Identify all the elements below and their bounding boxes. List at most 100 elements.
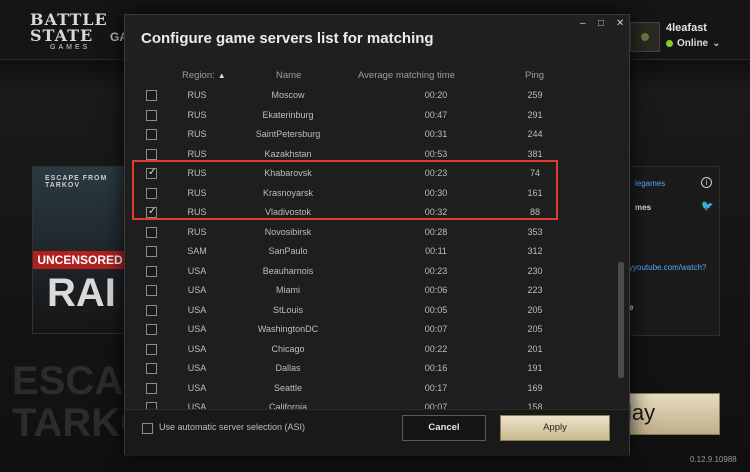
chevron-down-icon: ⌄ xyxy=(712,38,721,49)
server-region: USA xyxy=(187,343,207,354)
server-row[interactable]: USA Seattle 00:17 169 xyxy=(125,380,617,400)
server-row[interactable]: USA Miami 00:06 223 xyxy=(125,282,617,302)
server-name: Vladivostok xyxy=(264,207,312,217)
social-panel: legames i mes 🐦 yyoutube.com/watch? e xyxy=(628,166,720,336)
server-config-dialog: Configure game servers list for matching… xyxy=(124,14,630,456)
close-icon[interactable]: ✕ xyxy=(616,18,624,29)
server-ping: 205 xyxy=(527,324,543,334)
server-row[interactable]: RUS Novosibirsk 00:28 353 xyxy=(125,224,617,244)
server-ping: 205 xyxy=(527,304,543,315)
server-checkbox[interactable] xyxy=(146,265,157,277)
twitter-icon[interactable]: 🐦 xyxy=(701,201,713,212)
server-ping: 161 xyxy=(527,187,543,198)
server-row[interactable]: SAM SanPaulo 00:11 312 xyxy=(125,243,617,263)
server-ping: 244 xyxy=(527,129,543,139)
server-checkbox[interactable] xyxy=(146,246,157,257)
server-region: RUS xyxy=(187,168,207,178)
server-region: USA xyxy=(187,265,207,276)
ping-header[interactable]: Ping xyxy=(525,70,544,81)
name-header[interactable]: Name xyxy=(276,70,301,81)
server-row[interactable]: RUS SaintPetersburg 00:31 244 xyxy=(125,126,617,146)
server-region: RUS xyxy=(187,187,207,198)
server-checkbox[interactable] xyxy=(146,187,157,199)
server-region: USA xyxy=(187,382,207,393)
region-header[interactable]: Region: ▲ xyxy=(182,70,226,81)
info-icon[interactable]: i xyxy=(701,177,712,188)
server-time: 00:53 xyxy=(424,148,448,159)
server-name: Chicago xyxy=(271,343,305,354)
server-checkbox[interactable] xyxy=(146,226,157,238)
server-ping: 259 xyxy=(527,90,543,100)
server-region: RUS xyxy=(187,207,207,217)
server-row[interactable]: RUS Khabarovsk 00:23 74 xyxy=(125,165,617,185)
server-checkbox[interactable] xyxy=(146,167,157,179)
server-time: 00:22 xyxy=(424,343,448,354)
server-row[interactable]: RUS Krasnoyarsk 00:30 161 xyxy=(125,185,617,205)
server-region: USA xyxy=(187,304,207,315)
server-list[interactable]: RUS Moscow 00:20 259 RUS Ekaterinburg 00:47 291… xyxy=(125,87,617,412)
server-row[interactable]: USA Beauharnois 00:23 230 xyxy=(125,263,617,283)
server-name: Moscow xyxy=(271,90,305,100)
server-checkbox[interactable] xyxy=(146,363,157,374)
server-row[interactable]: RUS Kazakhstan 00:53 381 xyxy=(125,146,617,166)
server-name: Novosibirsk xyxy=(264,226,312,237)
dialog-title: Configure game servers list for matching xyxy=(141,30,434,47)
server-row[interactable]: RUS Vladivostok 00:32 88 xyxy=(125,204,617,224)
social-link[interactable]: legames xyxy=(635,179,665,188)
server-time: 00:28 xyxy=(424,226,448,237)
server-checkbox[interactable] xyxy=(146,304,157,316)
banner-red-label: UNCENSORED xyxy=(33,251,125,269)
server-name: Kazakhstan xyxy=(264,148,312,159)
youtube-link[interactable]: yyoutube.com/watch? xyxy=(629,263,706,272)
server-region: RUS xyxy=(187,226,207,237)
server-region: RUS xyxy=(187,109,207,120)
time-header[interactable]: Average matching time xyxy=(358,70,455,81)
server-checkbox[interactable] xyxy=(146,382,157,394)
asi-checkbox[interactable] xyxy=(142,423,153,434)
server-time: 00:06 xyxy=(424,285,448,295)
server-row[interactable]: USA Dallas 00:16 191 xyxy=(125,360,617,380)
server-region: USA xyxy=(187,363,207,373)
avatar xyxy=(630,22,660,52)
server-ping: 312 xyxy=(527,246,543,256)
server-row[interactable]: USA WashingtonDC 00:07 205 xyxy=(125,321,617,341)
online-status-icon xyxy=(666,39,673,47)
status-label: Online xyxy=(677,38,709,49)
apply-button[interactable]: Apply xyxy=(500,415,610,441)
server-region: SAM xyxy=(187,246,207,256)
server-region: USA xyxy=(187,324,207,334)
server-row[interactable]: RUS Moscow 00:20 259 xyxy=(125,87,617,107)
server-name: Khabarovsk xyxy=(264,168,312,178)
server-list-scrollbar[interactable] xyxy=(618,86,626,406)
server-time: 00:47 xyxy=(424,109,448,120)
server-row[interactable]: RUS Ekaterinburg 00:47 291 xyxy=(125,107,617,127)
server-checkbox[interactable] xyxy=(146,90,157,101)
server-ping: 353 xyxy=(527,226,543,237)
server-checkbox[interactable] xyxy=(146,148,157,160)
server-checkbox[interactable] xyxy=(146,206,157,218)
server-time: 00:23 xyxy=(424,168,448,178)
battlestate-logo: BATTLE STATE GAMES xyxy=(30,10,108,52)
user-profile[interactable]: 4leafast Online ⌄ xyxy=(630,22,750,56)
server-checkbox[interactable] xyxy=(146,324,157,335)
server-ping: 381 xyxy=(527,148,543,159)
server-ping: 88 xyxy=(529,207,540,217)
maximize-icon[interactable]: □ xyxy=(598,18,604,29)
news-banner[interactable]: ESCAPE FROM TARKOV UNCENSORED RAI xyxy=(32,166,126,334)
sort-up-icon: ▲ xyxy=(217,71,226,80)
server-row[interactable]: USA Chicago 00:22 201 xyxy=(125,341,617,361)
server-checkbox[interactable] xyxy=(146,129,157,140)
status-dropdown[interactable]: Online ⌄ xyxy=(666,38,721,49)
asi-label: Use automatic server selection (ASI) xyxy=(159,422,306,432)
scroll-thumb[interactable] xyxy=(618,262,624,378)
server-checkbox[interactable] xyxy=(146,109,157,121)
logo-text: BATTLE STATE xyxy=(30,10,108,45)
cancel-button[interactable]: Cancel xyxy=(402,415,486,441)
server-row[interactable]: USA StLouis 00:05 205 xyxy=(125,302,617,322)
server-checkbox[interactable] xyxy=(146,343,157,355)
server-checkbox[interactable] xyxy=(146,285,157,296)
minimize-icon[interactable]: – xyxy=(580,18,586,29)
server-name: Seattle xyxy=(273,382,303,393)
server-name: Beauharnois xyxy=(262,265,314,276)
server-region: RUS xyxy=(187,129,207,139)
